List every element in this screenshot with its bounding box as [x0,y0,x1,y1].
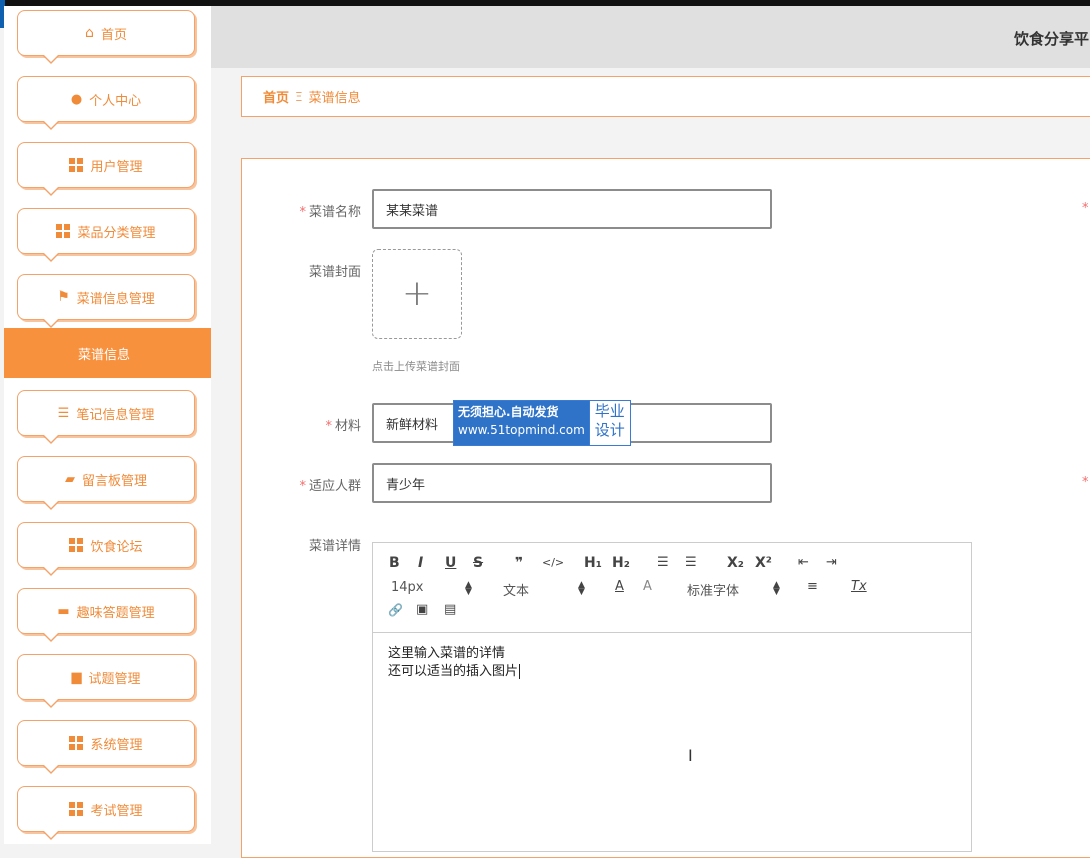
h1-button[interactable]: H₁ [584,555,602,571]
align-button[interactable]: ≡ [807,579,818,594]
sidebar-item-label: 个人中心 [89,93,142,109]
audience-label: * 适应人群 [299,479,361,494]
sidebar-item-label: 笔记信息管理 [76,407,155,423]
breadcrumb-separator-icon: Ξ [295,89,303,104]
code-button[interactable]: </> [542,556,564,569]
sidebar-item-label: 考试管理 [90,803,143,819]
text-cursor-icon: I [688,746,693,765]
outdent-button[interactable]: ⇤ [798,555,809,570]
home-icon: ⌂ [85,25,94,41]
font-color-button[interactable]: A [615,579,624,594]
ordered-list-button[interactable]: ☰ [657,555,669,570]
recipe-name-input[interactable]: 某某菜谱 [372,189,772,229]
sidebar-item-label: 趣味答题管理 [76,605,155,621]
plus-icon: + [401,273,433,314]
sidebar-item-system-management[interactable]: 系统管理 [17,720,195,774]
sliders-icon: ☰ [57,405,70,421]
subscript-button[interactable]: X₂ [727,555,744,571]
header-select[interactable]: 文本 ▲ ▼ [503,580,585,600]
basket-icon: ▆ [71,669,82,685]
sidebar-item-label: 系统管理 [90,737,143,753]
sidebar-item-label: 用户管理 [90,159,143,175]
wallet-icon: ▰ [64,471,75,487]
editor-line: 这里输入菜谱的详情 [388,646,506,661]
select-caret-icon: ▲ ▼ [465,580,472,597]
image-button[interactable]: ▣ [416,602,428,617]
audience-input[interactable]: 青少年 [372,463,772,503]
sidebar: ⌂ 首页 ● 个人中心 用户管理 菜品分类管理 ⚑ 菜谱信息管理 菜谱信息 ☰ … [4,6,211,844]
underline-button[interactable]: U [445,555,456,571]
video-button[interactable]: ▤ [444,602,456,617]
upload-tip: 点击上传菜谱封面 [372,360,460,373]
sidebar-item-label: 饮食论坛 [90,539,143,555]
required-mark: * [1082,201,1089,216]
grid-icon [69,158,84,172]
sidebar-item-forum[interactable]: 饮食论坛 [17,522,195,576]
grid-icon [69,736,84,750]
app-title: 饮食分享平 [1014,30,1090,48]
strike-button[interactable]: S [473,555,483,571]
sidebar-item-home[interactable]: ⌂ 首页 [17,10,195,64]
recipe-detail-label: 菜谱详情 [308,539,361,554]
watermark-badge: 无须担心.自动发货 www.51topmind.com 毕业 设计 [453,400,631,446]
sidebar-item-message-board[interactable]: ▰ 留言板管理 [17,456,195,510]
sidebar-item-label: 留言板管理 [81,473,147,489]
rich-text-editor[interactable]: B I U S ❞ </> H₁ H₂ ☰ ☰ X₂ X² ⇤ ⇥ 14px ▲… [372,542,972,852]
breadcrumb-current: 菜谱信息 [308,91,361,106]
watermark-left: 无须担心.自动发货 www.51topmind.com [454,401,589,445]
sidebar-item-recipe-management[interactable]: ⚑ 菜谱信息管理 [17,274,195,328]
sidebar-item-personal-center[interactable]: ● 个人中心 [17,76,195,130]
sidebar-item-exam-management[interactable]: 考试管理 [17,786,195,840]
sidebar-item-notes-management[interactable]: ☰ 笔记信息管理 [17,390,195,444]
link-button[interactable]: 🔗 [388,603,403,617]
background-color-button[interactable]: A [643,579,652,594]
flag-icon: ⚑ [57,289,70,305]
sidebar-item-question-management[interactable]: ▆ 试题管理 [17,654,195,708]
material-label: * 材料 [325,419,361,434]
breadcrumb-home[interactable]: 首页 [263,87,289,106]
grid-icon [69,538,84,552]
user-icon: ● [70,91,83,107]
sidebar-item-quiz-management[interactable]: ▬ 趣味答题管理 [17,588,195,642]
grid-icon [69,802,84,816]
submenu-label: 菜谱信息 [78,347,131,363]
top-header: 饮食分享平 [211,6,1090,68]
watermark-right: 毕业 设计 [588,401,630,445]
sidebar-item-label: 菜品分类管理 [77,225,156,241]
recipe-name-label: * 菜谱名称 [299,205,361,220]
font-family-select[interactable]: 标准字体 ▲ ▼ [687,580,780,600]
editor-toolbar: B I U S ❞ </> H₁ H₂ ☰ ☰ X₂ X² ⇤ ⇥ 14px ▲… [373,543,971,633]
font-size-select[interactable]: 14px ▲ ▼ [391,580,473,597]
sidebar-item-category-management[interactable]: 菜品分类管理 [17,208,195,262]
breadcrumb: 首页 Ξ 菜谱信息 [241,76,1090,117]
required-mark: * [1082,475,1089,490]
bullet-list-button[interactable]: ☰ [685,555,697,570]
sidebar-item-label: 首页 [100,27,127,43]
select-caret-icon: ▲ ▼ [578,580,585,597]
superscript-button[interactable]: X² [755,555,772,571]
grid-icon [56,224,71,238]
italic-button[interactable]: I [418,555,423,571]
bold-button[interactable]: B [389,555,400,571]
sidebar-item-label: 菜谱信息管理 [76,291,155,307]
clean-format-button[interactable]: Tx [851,579,867,594]
blockquote-button[interactable]: ❞ [515,555,523,571]
submenu-recipe-info[interactable]: 菜谱信息 [4,328,211,378]
cover-upload-box[interactable]: + [372,249,462,339]
monitor-icon: ▬ [57,603,70,619]
recipe-cover-label: 菜谱封面 [308,265,361,280]
indent-button[interactable]: ⇥ [826,555,837,570]
editor-content[interactable]: 这里输入菜谱的详情 还可以适当的插入图片 [373,633,971,693]
select-caret-icon: ▲ ▼ [773,580,780,597]
h2-button[interactable]: H₂ [612,555,630,571]
sidebar-item-user-management[interactable]: 用户管理 [17,142,195,196]
sidebar-item-label: 试题管理 [88,671,141,687]
editor-line: 还可以适当的插入图片 [388,664,521,679]
